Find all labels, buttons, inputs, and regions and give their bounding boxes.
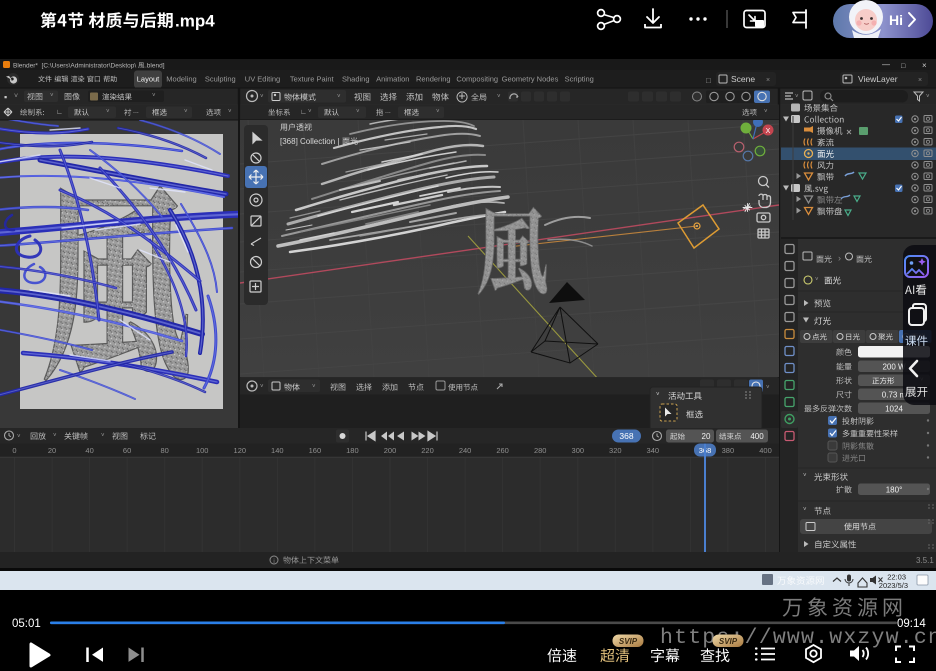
svg-text:˅: ˅ (312, 384, 316, 390)
svg-text:˅: ˅ (436, 109, 440, 115)
svg-text:Scene: Scene (731, 74, 755, 84)
svg-text:˅: ˅ (764, 109, 768, 115)
svg-text:Blender* [C:\Users\Administra: Blender* [C:\Users\Administrator\Desktop… (13, 63, 136, 70)
svg-text:05:01: 05:01 (12, 618, 41, 630)
svg-text:×: × (766, 77, 770, 84)
svg-text:∟: ∟ (300, 109, 307, 116)
svg-text:i: i (273, 559, 274, 565)
svg-text:2023/5/3: 2023/5/3 (879, 581, 908, 590)
svg-text:˅: ˅ (926, 94, 930, 100)
svg-text:20: 20 (702, 432, 711, 441)
svg-text:0: 0 (12, 446, 16, 455)
svg-text:400: 400 (759, 446, 772, 455)
svg-text:Sculpting: Sculpting (205, 75, 236, 84)
svg-text:˅: ˅ (656, 392, 660, 398)
svg-text:Shading: Shading (342, 75, 370, 84)
svg-text:SVIP: SVIP (619, 637, 638, 646)
svg-text:˅: ˅ (815, 277, 819, 283)
svg-text:240: 240 (459, 446, 472, 455)
svg-text:280: 280 (534, 446, 547, 455)
svg-text:1024: 1024 (885, 405, 903, 414)
svg-text:˅: ˅ (17, 434, 21, 440)
svg-text:X: X (766, 128, 771, 135)
svg-text:380: 380 (722, 446, 735, 455)
svg-text:180: 180 (346, 446, 359, 455)
svg-text:˅: ˅ (106, 109, 110, 115)
svg-text:—: — (882, 60, 890, 69)
svg-text:Rendering: Rendering (416, 75, 451, 84)
svg-text:.mp4: .mp4 (175, 12, 215, 31)
svg-text:200: 200 (384, 446, 397, 455)
svg-text:[368] Collection |: [368] Collection | (280, 137, 342, 146)
svg-text:40: 40 (85, 446, 93, 455)
svg-text:0.73 m: 0.73 m (882, 391, 907, 400)
svg-text:368: 368 (619, 431, 633, 441)
svg-text:˅: ˅ (228, 109, 232, 115)
svg-text:˅: ˅ (308, 109, 312, 115)
svg-text:›: › (838, 253, 841, 263)
svg-text:120: 120 (234, 446, 247, 455)
svg-text:60: 60 (123, 446, 131, 455)
svg-text:Layout: Layout (137, 75, 160, 84)
svg-text:□: □ (706, 76, 711, 85)
svg-text:×: × (918, 77, 922, 84)
svg-text:˅: ˅ (356, 109, 360, 115)
svg-text:80: 80 (161, 446, 169, 455)
svg-text:https://www.wxzyw.cn: https://www.wxzyw.cn (660, 626, 936, 650)
svg-text:...: ... (385, 108, 391, 115)
svg-text:220: 220 (421, 446, 434, 455)
svg-text:˅: ˅ (14, 93, 18, 100)
svg-text:400: 400 (750, 432, 764, 441)
svg-text:˅: ˅ (101, 433, 105, 439)
svg-text:SVIP: SVIP (719, 637, 738, 646)
svg-text:˅: ˅ (497, 94, 501, 100)
svg-text:200 W: 200 W (882, 363, 906, 372)
svg-text:320: 320 (609, 446, 622, 455)
svg-text:˅: ˅ (803, 473, 807, 479)
svg-text:˅: ˅ (795, 94, 799, 100)
svg-text:160: 160 (309, 446, 322, 455)
svg-text:3.5.1: 3.5.1 (916, 556, 934, 565)
svg-text:˅: ˅ (260, 94, 264, 100)
svg-text:...: ... (133, 108, 139, 115)
svg-text:˅: ˅ (50, 93, 54, 99)
svg-text:∟: ∟ (56, 109, 63, 116)
svg-text:Geometry Nodes: Geometry Nodes (502, 75, 559, 84)
svg-text:09:14: 09:14 (897, 618, 926, 630)
svg-text:Hi: Hi (889, 12, 903, 28)
svg-text:˅: ˅ (337, 94, 341, 100)
svg-text:˅: ˅ (53, 433, 57, 439)
svg-text:Texture Paint: Texture Paint (290, 75, 335, 84)
svg-text:˅: ˅ (152, 93, 156, 99)
svg-text:260: 260 (496, 446, 509, 455)
svg-text:˅: ˅ (184, 109, 188, 115)
svg-text:180°: 180° (886, 486, 903, 495)
svg-text:▪: ▪ (4, 92, 7, 102)
svg-text:Animation: Animation (376, 75, 409, 84)
svg-text:Scripting: Scripting (565, 75, 594, 84)
svg-text:20: 20 (48, 446, 56, 455)
svg-text:˅: ˅ (803, 507, 807, 513)
svg-text:100: 100 (196, 446, 209, 455)
svg-text:340: 340 (647, 446, 660, 455)
svg-text:Compositing: Compositing (456, 75, 498, 84)
svg-text:ViewLayer: ViewLayer (858, 74, 898, 84)
svg-text:300: 300 (572, 446, 585, 455)
svg-text:.blend]: .blend] (145, 63, 165, 70)
svg-text:˅: ˅ (766, 385, 770, 391)
svg-text:×: × (922, 61, 927, 70)
svg-text:˅: ˅ (260, 384, 264, 390)
svg-text:140: 140 (271, 446, 284, 455)
svg-text:UV Editing: UV Editing (245, 75, 280, 84)
svg-text:Modeling: Modeling (166, 75, 196, 84)
